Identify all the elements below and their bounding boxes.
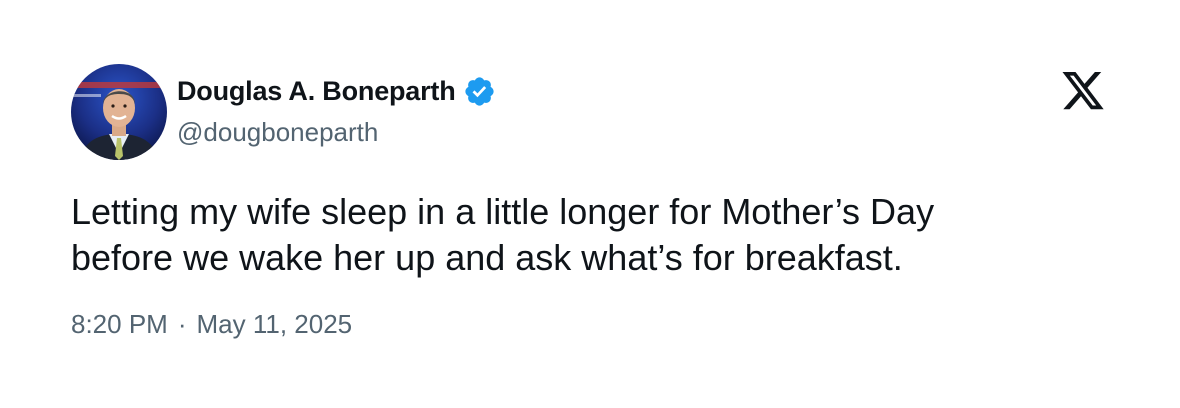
tweet-time: 8:20 PM: [71, 309, 168, 339]
avatar-photo: [71, 64, 167, 160]
author-name-row: Douglas A. Boneparth: [177, 72, 496, 110]
x-logo-icon[interactable]: [1060, 72, 1106, 112]
tweet-text: Letting my wife sleep in a little longer…: [71, 191, 935, 278]
timestamp-separator: ·: [177, 309, 187, 339]
tweet-date: May 11, 2025: [196, 309, 353, 339]
avatar[interactable]: [71, 64, 167, 160]
author-handle[interactable]: @dougboneparth: [177, 117, 378, 148]
verified-badge-icon: [463, 75, 496, 108]
tweet-timestamp[interactable]: 8:20 PM · May 11, 2025: [71, 309, 352, 340]
display-name[interactable]: Douglas A. Boneparth: [177, 76, 456, 107]
tweet-card: Douglas A. Boneparth @dougboneparth Lett…: [0, 0, 1180, 408]
